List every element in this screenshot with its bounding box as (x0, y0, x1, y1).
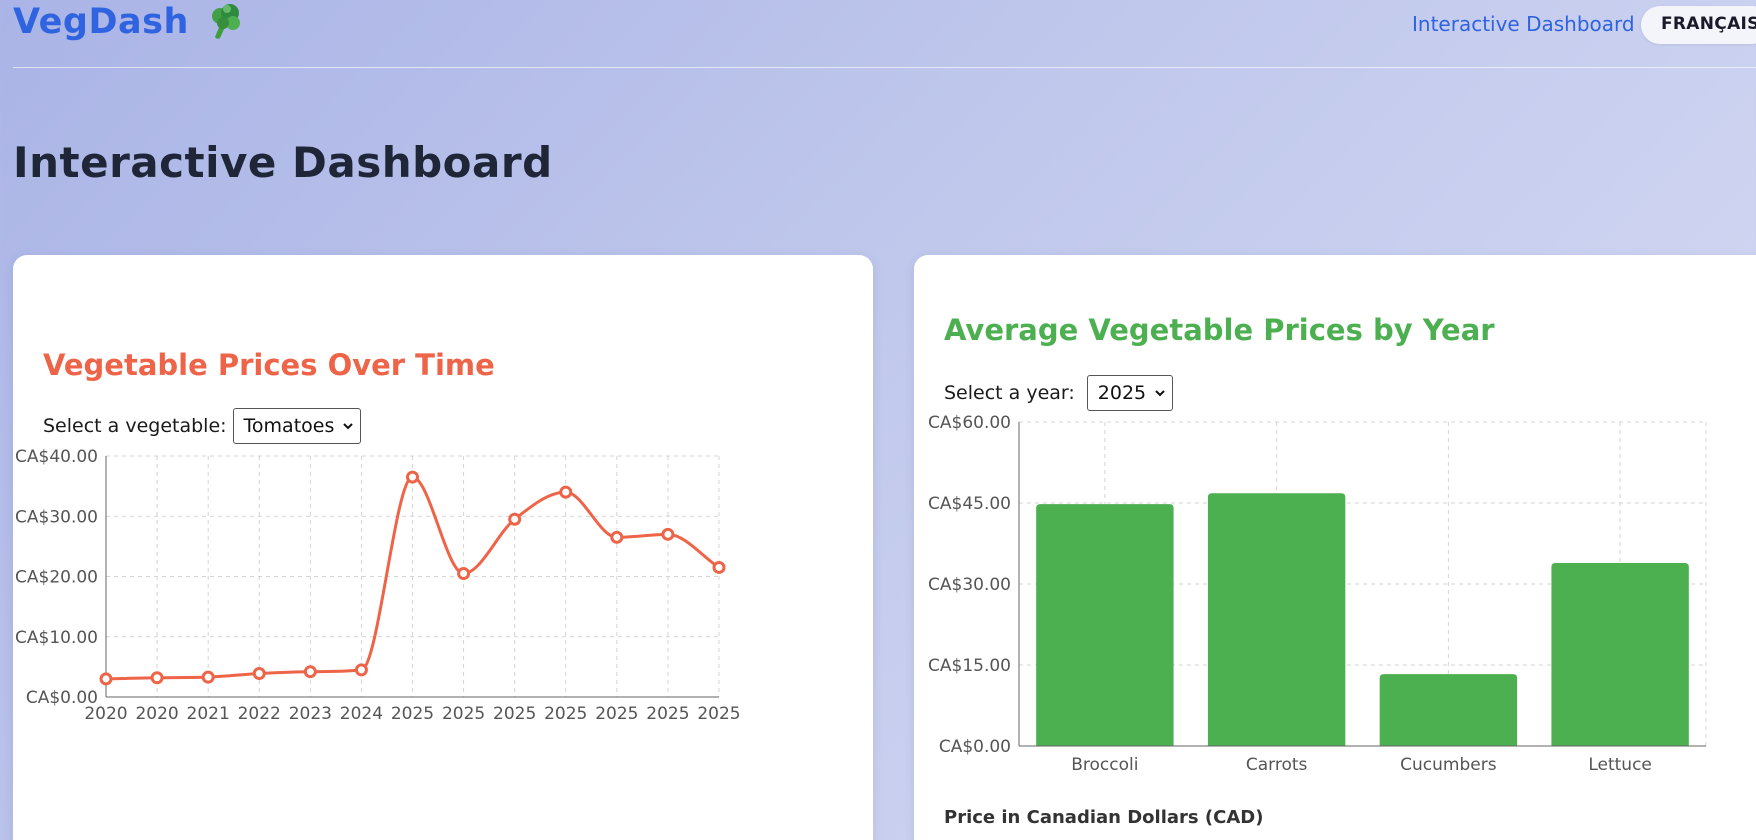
page-title: Interactive Dashboard (13, 138, 553, 187)
y-tick-label: CA$20.00 (15, 568, 98, 588)
logo-text: VegDash (13, 2, 189, 42)
broccoli-icon (207, 3, 243, 41)
x-tick-label: Lettuce (1588, 755, 1652, 775)
data-point (457, 566, 471, 580)
language-toggle-button[interactable]: FRANÇAIS (1641, 6, 1756, 44)
data-point (252, 667, 266, 681)
bar-cucumbers (1379, 674, 1518, 746)
x-tick-label: 2023 (289, 704, 332, 724)
bar-lettuce (1551, 562, 1689, 746)
x-tick-label: 2025 (391, 704, 434, 724)
x-tick-label: 2021 (187, 704, 230, 724)
data-point (661, 527, 675, 541)
line-chart-grid (105, 455, 720, 698)
x-tick-label: 2022 (238, 704, 281, 724)
top-header: VegDash Interactive Dashboard FRANÇAIS (0, 0, 1756, 68)
nav-link-interactive-dashboard[interactable]: Interactive Dashboard (1412, 12, 1635, 36)
data-point (99, 672, 113, 686)
y-tick-label: CA$60.00 (928, 413, 1011, 433)
x-tick-label: 2020 (84, 704, 127, 724)
data-point (610, 530, 624, 544)
data-point (508, 512, 522, 526)
x-tick-label: Carrots (1246, 755, 1308, 775)
line-chart-card: Vegetable Prices Over Time Select a vege… (13, 255, 873, 840)
x-tick-label: Broccoli (1071, 755, 1138, 775)
y-tick-label: CA$45.00 (928, 494, 1011, 514)
bar-chart: CA$0.00 CA$15.00 CA$30.00 CA$45.00 CA$60.00 B… (928, 413, 1707, 775)
x-tick-label: Cucumbers (1400, 755, 1497, 775)
bar-chart-card: Average Vegetable Prices by Year Select … (914, 255, 1756, 840)
x-tick-label: 2025 (646, 704, 689, 724)
logo[interactable]: VegDash (13, 2, 243, 42)
data-point (712, 560, 726, 574)
x-tick-label: 2024 (340, 704, 383, 724)
y-tick-label: CA$10.00 (15, 628, 98, 648)
y-tick-label: CA$0.00 (939, 737, 1011, 757)
x-tick-label: 2025 (442, 704, 485, 724)
y-tick-label: CA$30.00 (15, 507, 98, 527)
y-tick-label: CA$15.00 (928, 656, 1011, 676)
header-divider (13, 67, 1756, 68)
data-point (150, 671, 164, 685)
bar-broccoli (1036, 504, 1174, 746)
x-tick-label: 2020 (135, 704, 178, 724)
data-point (354, 663, 368, 677)
y-tick-label: CA$40.00 (15, 447, 98, 467)
line-chart: CA$0.00CA$10.00CA$20.00CA$30.00CA$40.002… (15, 447, 741, 724)
bar-chart-axis-caption: Price in Canadian Dollars (CAD) (944, 807, 1264, 828)
data-point (406, 470, 419, 484)
bar-carrots (1207, 493, 1346, 746)
x-tick-label: 2025 (493, 704, 536, 724)
data-point (559, 485, 573, 499)
x-tick-label: 2025 (595, 704, 638, 724)
y-tick-label: CA$30.00 (928, 575, 1011, 595)
x-tick-label: 2025 (544, 704, 587, 724)
data-point (201, 670, 215, 684)
x-tick-label: 2025 (697, 704, 740, 724)
data-point (303, 665, 317, 679)
